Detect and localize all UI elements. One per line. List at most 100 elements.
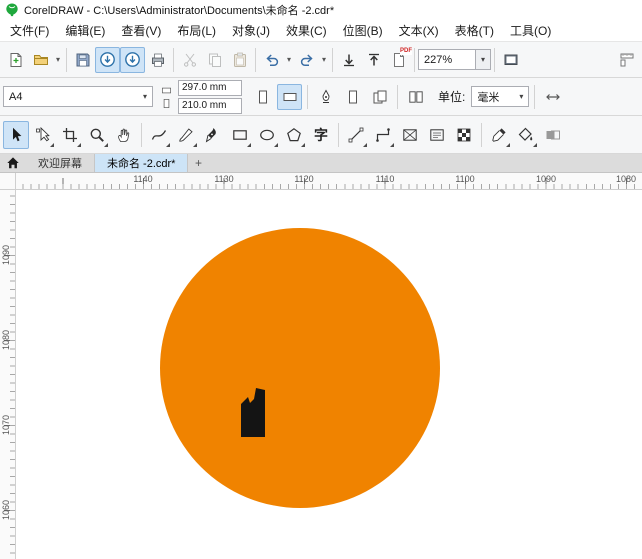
get-more-button[interactable] (120, 46, 145, 73)
zoom-tool[interactable] (84, 121, 110, 149)
cut-button[interactable] (177, 47, 202, 73)
single-page-icon (345, 89, 361, 105)
undo-button[interactable] (259, 47, 284, 73)
line-icon (348, 127, 364, 143)
curve-icon (151, 127, 167, 143)
current-page-settings-button[interactable] (313, 84, 338, 110)
separator (414, 47, 415, 72)
flyout-triangle-icon (533, 142, 537, 147)
menu-effects[interactable]: 效果(C) (278, 20, 335, 41)
page-size-dropdown-arrow[interactable]: ▾ (143, 92, 147, 101)
menu-table[interactable]: 表格(T) (447, 20, 502, 41)
page-layout-button[interactable] (403, 84, 428, 110)
vruler-label: 1080 (1, 329, 11, 351)
landscape-button[interactable] (277, 83, 302, 110)
menu-text[interactable]: 文本(X) (391, 20, 447, 41)
undo-icon (264, 52, 280, 68)
redo-button[interactable] (294, 47, 319, 73)
units-combobox[interactable]: 毫米 ▾ (471, 86, 530, 107)
black-shape-polygon (241, 388, 265, 437)
transparency-tool[interactable] (540, 121, 566, 149)
zoom-level-combobox[interactable]: 227% (418, 49, 476, 70)
show-rulers-button[interactable] (614, 47, 639, 73)
graphic-frame-tool[interactable] (397, 121, 423, 149)
publish-pdf-button[interactable]: PDF (386, 47, 412, 73)
orange-circle-object[interactable] (160, 228, 440, 508)
tab-welcome-label: 欢迎屏幕 (38, 158, 82, 170)
tab-welcome-screen[interactable]: 欢迎屏幕 (26, 154, 95, 172)
interactive-fill-tool[interactable] (513, 121, 539, 149)
all-pages-button[interactable] (340, 84, 365, 110)
toolbox: 字 (0, 116, 642, 154)
pick-tool[interactable] (3, 120, 29, 149)
facing-pages-button[interactable] (367, 84, 392, 110)
titlebar: CorelDRAW - C:\Users\Administrator\Docum… (0, 0, 642, 20)
paste-button[interactable] (227, 47, 252, 73)
pan-tool[interactable] (111, 121, 137, 149)
portrait-icon (255, 89, 271, 105)
page-size-combobox[interactable]: A4 ▾ (3, 86, 153, 107)
portrait-button[interactable] (250, 84, 275, 110)
shape-tool[interactable] (30, 121, 56, 149)
flyout-triangle-icon (247, 142, 251, 147)
menu-layout[interactable]: 布局(L) (169, 20, 224, 41)
horizontal-ruler[interactable]: 1140 1130 1120 1110 1100 1090 1080 (16, 173, 642, 190)
new-tab-button[interactable]: + (188, 154, 208, 172)
menu-object[interactable]: 对象(J) (224, 20, 278, 41)
export-icon (366, 52, 382, 68)
zoom-level-dropdown-arrow[interactable]: ▾ (476, 49, 491, 70)
menu-tools[interactable]: 工具(O) (502, 20, 559, 41)
pen-tool[interactable] (200, 121, 226, 149)
search-content-button[interactable] (95, 46, 120, 73)
hruler-label: 1140 (133, 174, 153, 184)
tab-document[interactable]: 未命名 -2.cdr* (95, 154, 189, 172)
nudge-distance-button[interactable] (540, 84, 565, 110)
menu-file[interactable]: 文件(F) (2, 20, 57, 41)
home-button[interactable] (0, 154, 26, 172)
menu-view[interactable]: 查看(V) (113, 20, 169, 41)
copy-button[interactable] (202, 47, 227, 73)
redo-dropdown-arrow[interactable]: ▾ (319, 47, 329, 73)
ellipse-tool[interactable] (254, 121, 280, 149)
import-icon (341, 52, 357, 68)
artistic-media-tool[interactable] (173, 121, 199, 149)
polygon-tool[interactable] (281, 121, 307, 149)
units-dropdown-arrow[interactable]: ▾ (519, 92, 523, 101)
drawing-canvas[interactable] (16, 190, 642, 559)
page-height-field[interactable]: 210.0 mm (178, 97, 242, 114)
separator (397, 84, 398, 109)
page-width-field[interactable]: 297.0 mm (178, 79, 242, 96)
vertical-ruler[interactable]: 1090 1080 1070 1060 (0, 190, 16, 559)
save-button[interactable] (70, 47, 95, 73)
undo-dropdown-arrow[interactable]: ▾ (284, 47, 294, 73)
new-document-button[interactable] (3, 47, 28, 73)
open-dropdown-arrow[interactable]: ▾ (53, 47, 63, 73)
menu-bitmaps[interactable]: 位图(B) (335, 20, 391, 41)
rectangle-tool[interactable] (227, 121, 253, 149)
flyout-triangle-icon (363, 142, 367, 147)
line-tool[interactable] (343, 121, 369, 149)
freehand-tool[interactable] (146, 121, 172, 149)
connector-tool[interactable] (370, 121, 396, 149)
fullscreen-preview-button[interactable] (498, 47, 523, 73)
hand-icon (116, 127, 132, 143)
text-frame-tool[interactable] (424, 121, 450, 149)
open-button[interactable] (28, 47, 53, 73)
text-tool[interactable]: 字 (308, 121, 334, 149)
menu-edit[interactable]: 编辑(E) (57, 20, 113, 41)
menubar: 文件(F) 编辑(E) 查看(V) 布局(L) 对象(J) 效果(C) 位图(B… (0, 20, 642, 42)
black-shape-object[interactable] (241, 388, 266, 438)
flyout-triangle-icon (506, 142, 510, 147)
export-button[interactable] (361, 47, 386, 73)
pages-stack-icon (372, 89, 388, 105)
redo-icon (299, 52, 315, 68)
flyout-triangle-icon (274, 142, 278, 147)
import-button[interactable] (336, 47, 361, 73)
placeholder-frame-tool[interactable] (451, 121, 477, 149)
pick-arrow-icon (8, 127, 24, 143)
crop-tool[interactable] (57, 121, 83, 149)
circle-down-arrow-icon (124, 51, 141, 68)
eyedropper-tool[interactable] (486, 121, 512, 149)
copy-icon (207, 52, 223, 68)
print-button[interactable] (145, 47, 170, 73)
